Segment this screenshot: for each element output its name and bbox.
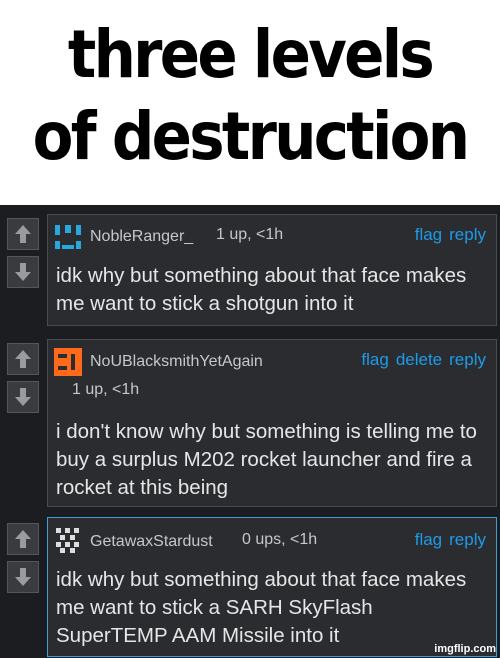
comment-box: NobleRanger_ 1 up, <1h flag reply idk why…	[47, 214, 497, 326]
arrow-up-icon	[15, 225, 31, 243]
avatar[interactable]	[54, 526, 82, 554]
comment-text: idk why but something about that face ma…	[56, 264, 467, 315]
avatar[interactable]	[54, 348, 82, 376]
vote-controls	[7, 343, 41, 419]
vote-count: 0 ups, <1h	[242, 531, 318, 548]
arrow-up-icon	[15, 530, 31, 548]
delete-link[interactable]: delete	[396, 350, 442, 369]
caption-line-1: three levels	[67, 16, 435, 93]
reply-link[interactable]: reply	[449, 350, 486, 369]
upvote-button[interactable]	[7, 343, 39, 375]
upvote-button[interactable]	[7, 218, 39, 250]
comment-actions: flag delete reply	[354, 350, 486, 370]
upvote-button[interactable]	[7, 523, 39, 555]
comment-box: NoUBlacksmithYetAgain 1 up, <1h flag dele…	[47, 339, 497, 507]
username[interactable]: GetawaxStardust	[90, 533, 213, 551]
downvote-button[interactable]	[7, 256, 39, 288]
arrow-up-icon	[15, 350, 31, 368]
reply-link[interactable]: reply	[449, 225, 486, 244]
comment-text: idk why but something about that face ma…	[56, 568, 467, 647]
downvote-button[interactable]	[7, 381, 39, 413]
caption-line-2: of destruction	[32, 98, 470, 175]
comment-box-selected: GetawaxStardust 0 ups, <1h flag reply idk…	[47, 517, 497, 657]
comment-1: NobleRanger_ 1 up, <1h flag reply idk why…	[0, 205, 500, 330]
flag-link[interactable]: flag	[415, 225, 442, 244]
reply-link[interactable]: reply	[449, 530, 486, 549]
flag-link[interactable]: flag	[415, 530, 442, 549]
comment-actions: flag reply	[408, 225, 486, 245]
avatar[interactable]	[54, 223, 82, 251]
comment-text: i don't know why but something is tellin…	[56, 420, 477, 499]
vote-count: 1 up, <1h	[72, 381, 140, 398]
flag-link[interactable]: flag	[361, 350, 388, 369]
vote-controls	[7, 523, 41, 599]
downvote-button[interactable]	[7, 561, 39, 593]
meme-caption: three levels of destruction	[0, 0, 500, 205]
arrow-down-icon	[15, 263, 31, 281]
username[interactable]: NoUBlacksmithYetAgain	[90, 353, 263, 371]
vote-count: 1 up, <1h	[216, 226, 284, 243]
comment-3: GetawaxStardust 0 ups, <1h flag reply idk…	[0, 510, 500, 658]
comment-thread: NobleRanger_ 1 up, <1h flag reply idk why…	[0, 205, 500, 658]
imgflip-watermark: imgflip.com	[434, 643, 496, 655]
comment-actions: flag reply	[408, 530, 486, 550]
comment-2: NoUBlacksmithYetAgain 1 up, <1h flag dele…	[0, 330, 500, 510]
username[interactable]: NobleRanger_	[90, 228, 193, 246]
arrow-down-icon	[15, 388, 31, 406]
vote-controls	[7, 218, 41, 294]
arrow-down-icon	[15, 568, 31, 586]
